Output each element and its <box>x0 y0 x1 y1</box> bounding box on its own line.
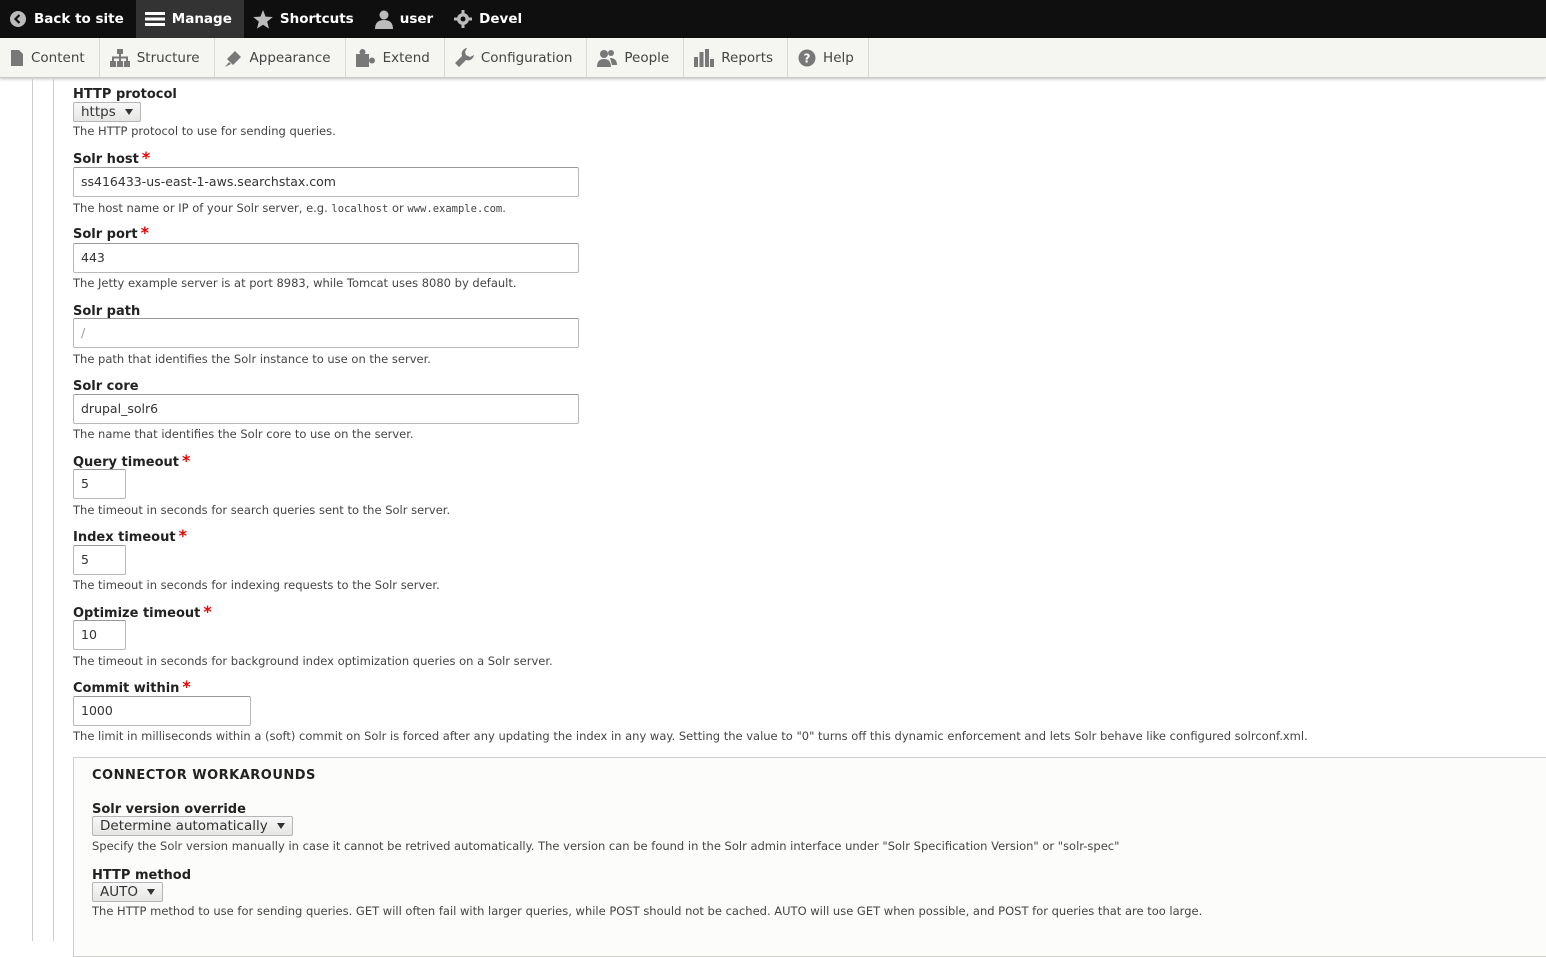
tray-item-extend[interactable]: Extend <box>346 38 445 77</box>
toolbar-shortcuts[interactable]: Shortcuts <box>244 0 366 38</box>
bar-chart-icon <box>694 48 715 67</box>
puzzle-icon <box>355 48 375 67</box>
wrench-icon <box>454 48 474 67</box>
tray-item-people[interactable]: People <box>587 38 685 77</box>
tray-item-reports[interactable]: Reports <box>684 38 789 77</box>
solr-path-input[interactable]: / <box>73 318 579 348</box>
solr-core-input[interactable]: drupal_solr6 <box>73 394 579 424</box>
tray-item-label: Structure <box>136 49 200 66</box>
solr-core-description: The name that identifies the Solr core t… <box>73 427 414 441</box>
back-circle-icon <box>10 11 26 27</box>
toolbar-shortcuts-label: Shortcuts <box>279 11 354 27</box>
help-icon: ? <box>798 49 816 66</box>
solr-path-description: The path that identifies the Solr instan… <box>73 352 431 366</box>
tray-item-appearance[interactable]: Appearance <box>215 38 346 77</box>
chevron-down-icon <box>276 823 285 829</box>
commit-within-label: Commit within * <box>73 677 191 696</box>
admin-tray: Content Structure Appearance Extend Conf… <box>0 38 1546 78</box>
http-method-label: HTTP method <box>92 868 192 883</box>
tray-item-configuration[interactable]: Configuration <box>445 38 588 77</box>
admin-toolbar: Back to site Manage Shortcuts user Devel <box>0 0 1546 38</box>
http-method-select[interactable]: AUTO <box>92 882 163 902</box>
chevron-down-icon <box>124 109 133 115</box>
commit-within-description: The limit in milliseconds within a (soft… <box>73 729 1308 743</box>
query-timeout-description: The timeout in seconds for search querie… <box>73 503 451 517</box>
http-protocol-description: The HTTP protocol to use for sending que… <box>73 124 336 138</box>
http-method-description: The HTTP method to use for sending queri… <box>92 904 1203 918</box>
tray-item-label: Extend <box>382 49 430 66</box>
content-rail <box>53 79 54 941</box>
toolbar-user[interactable]: user <box>366 0 445 38</box>
query-timeout-label: Query timeout * <box>73 451 191 470</box>
solr-port-input[interactable]: 443 <box>73 243 579 273</box>
index-timeout-input[interactable]: 5 <box>73 545 126 575</box>
solr-port-description: The Jetty example server is at port 8983… <box>73 276 517 290</box>
star-icon <box>253 9 273 29</box>
solr-path-label: Solr path <box>73 304 141 319</box>
commit-within-input[interactable]: 1000 <box>73 696 251 726</box>
user-icon <box>374 10 393 29</box>
toolbar-back-label: Back to site <box>34 11 124 27</box>
connector-workarounds-fieldset: CONNECTOR WORKAROUNDS Solr version overr… <box>73 757 1546 957</box>
chevron-down-icon <box>147 889 155 895</box>
sitemap-icon <box>109 48 130 67</box>
toolbar-devel[interactable]: Devel <box>445 0 534 38</box>
solr-host-label: Solr host * <box>73 148 151 167</box>
tray-item-help[interactable]: ? Help <box>788 38 869 77</box>
tray-item-structure[interactable]: Structure <box>100 38 215 77</box>
tray-item-label: Reports <box>721 49 774 66</box>
solr-version-label: Solr version override <box>92 802 246 817</box>
svg-text:?: ? <box>804 51 811 65</box>
query-timeout-input[interactable]: 5 <box>73 469 126 499</box>
http-protocol-label: HTTP protocol <box>73 87 177 102</box>
tray-item-label: Content <box>31 49 85 66</box>
paintbrush-icon <box>224 50 241 67</box>
file-icon <box>11 49 23 66</box>
solr-version-select[interactable]: Determine automatically <box>92 816 293 836</box>
toolbar-user-label: user <box>399 11 434 27</box>
tray-item-content[interactable]: Content <box>0 38 100 77</box>
solr-host-input[interactable]: ss416433-us-east-1-aws.searchstax.com <box>73 167 579 197</box>
connector-workarounds-legend: CONNECTOR WORKAROUNDS <box>92 768 316 783</box>
tray-item-label: Help <box>823 49 854 66</box>
optimize-timeout-label: Optimize timeout * <box>73 602 212 621</box>
solr-port-label: Solr port * <box>73 223 149 242</box>
solr-core-label: Solr core <box>73 379 139 394</box>
toolbar-manage-label: Manage <box>171 11 232 27</box>
people-icon <box>597 49 618 67</box>
optimize-timeout-input[interactable]: 10 <box>73 620 126 650</box>
tray-item-label: Configuration <box>480 49 573 66</box>
index-timeout-label: Index timeout * <box>73 526 187 545</box>
optimize-timeout-description: The timeout in seconds for background in… <box>73 654 553 668</box>
content-rail <box>32 79 33 941</box>
http-protocol-select[interactable]: https <box>73 102 141 122</box>
index-timeout-description: The timeout in seconds for indexing requ… <box>73 578 440 592</box>
toolbar-manage[interactable]: Manage <box>135 0 244 38</box>
solr-version-description: Specify the Solr version manually in cas… <box>92 839 1120 853</box>
toolbar-devel-label: Devel <box>479 11 523 27</box>
gear-icon <box>454 10 473 28</box>
tray-item-label: People <box>624 49 670 66</box>
tray-item-label: Appearance <box>249 49 331 66</box>
menu-icon <box>144 12 165 26</box>
solr-host-description: The host name or IP of your Solr server,… <box>73 201 506 215</box>
toolbar-back-to-site[interactable]: Back to site <box>0 0 136 38</box>
